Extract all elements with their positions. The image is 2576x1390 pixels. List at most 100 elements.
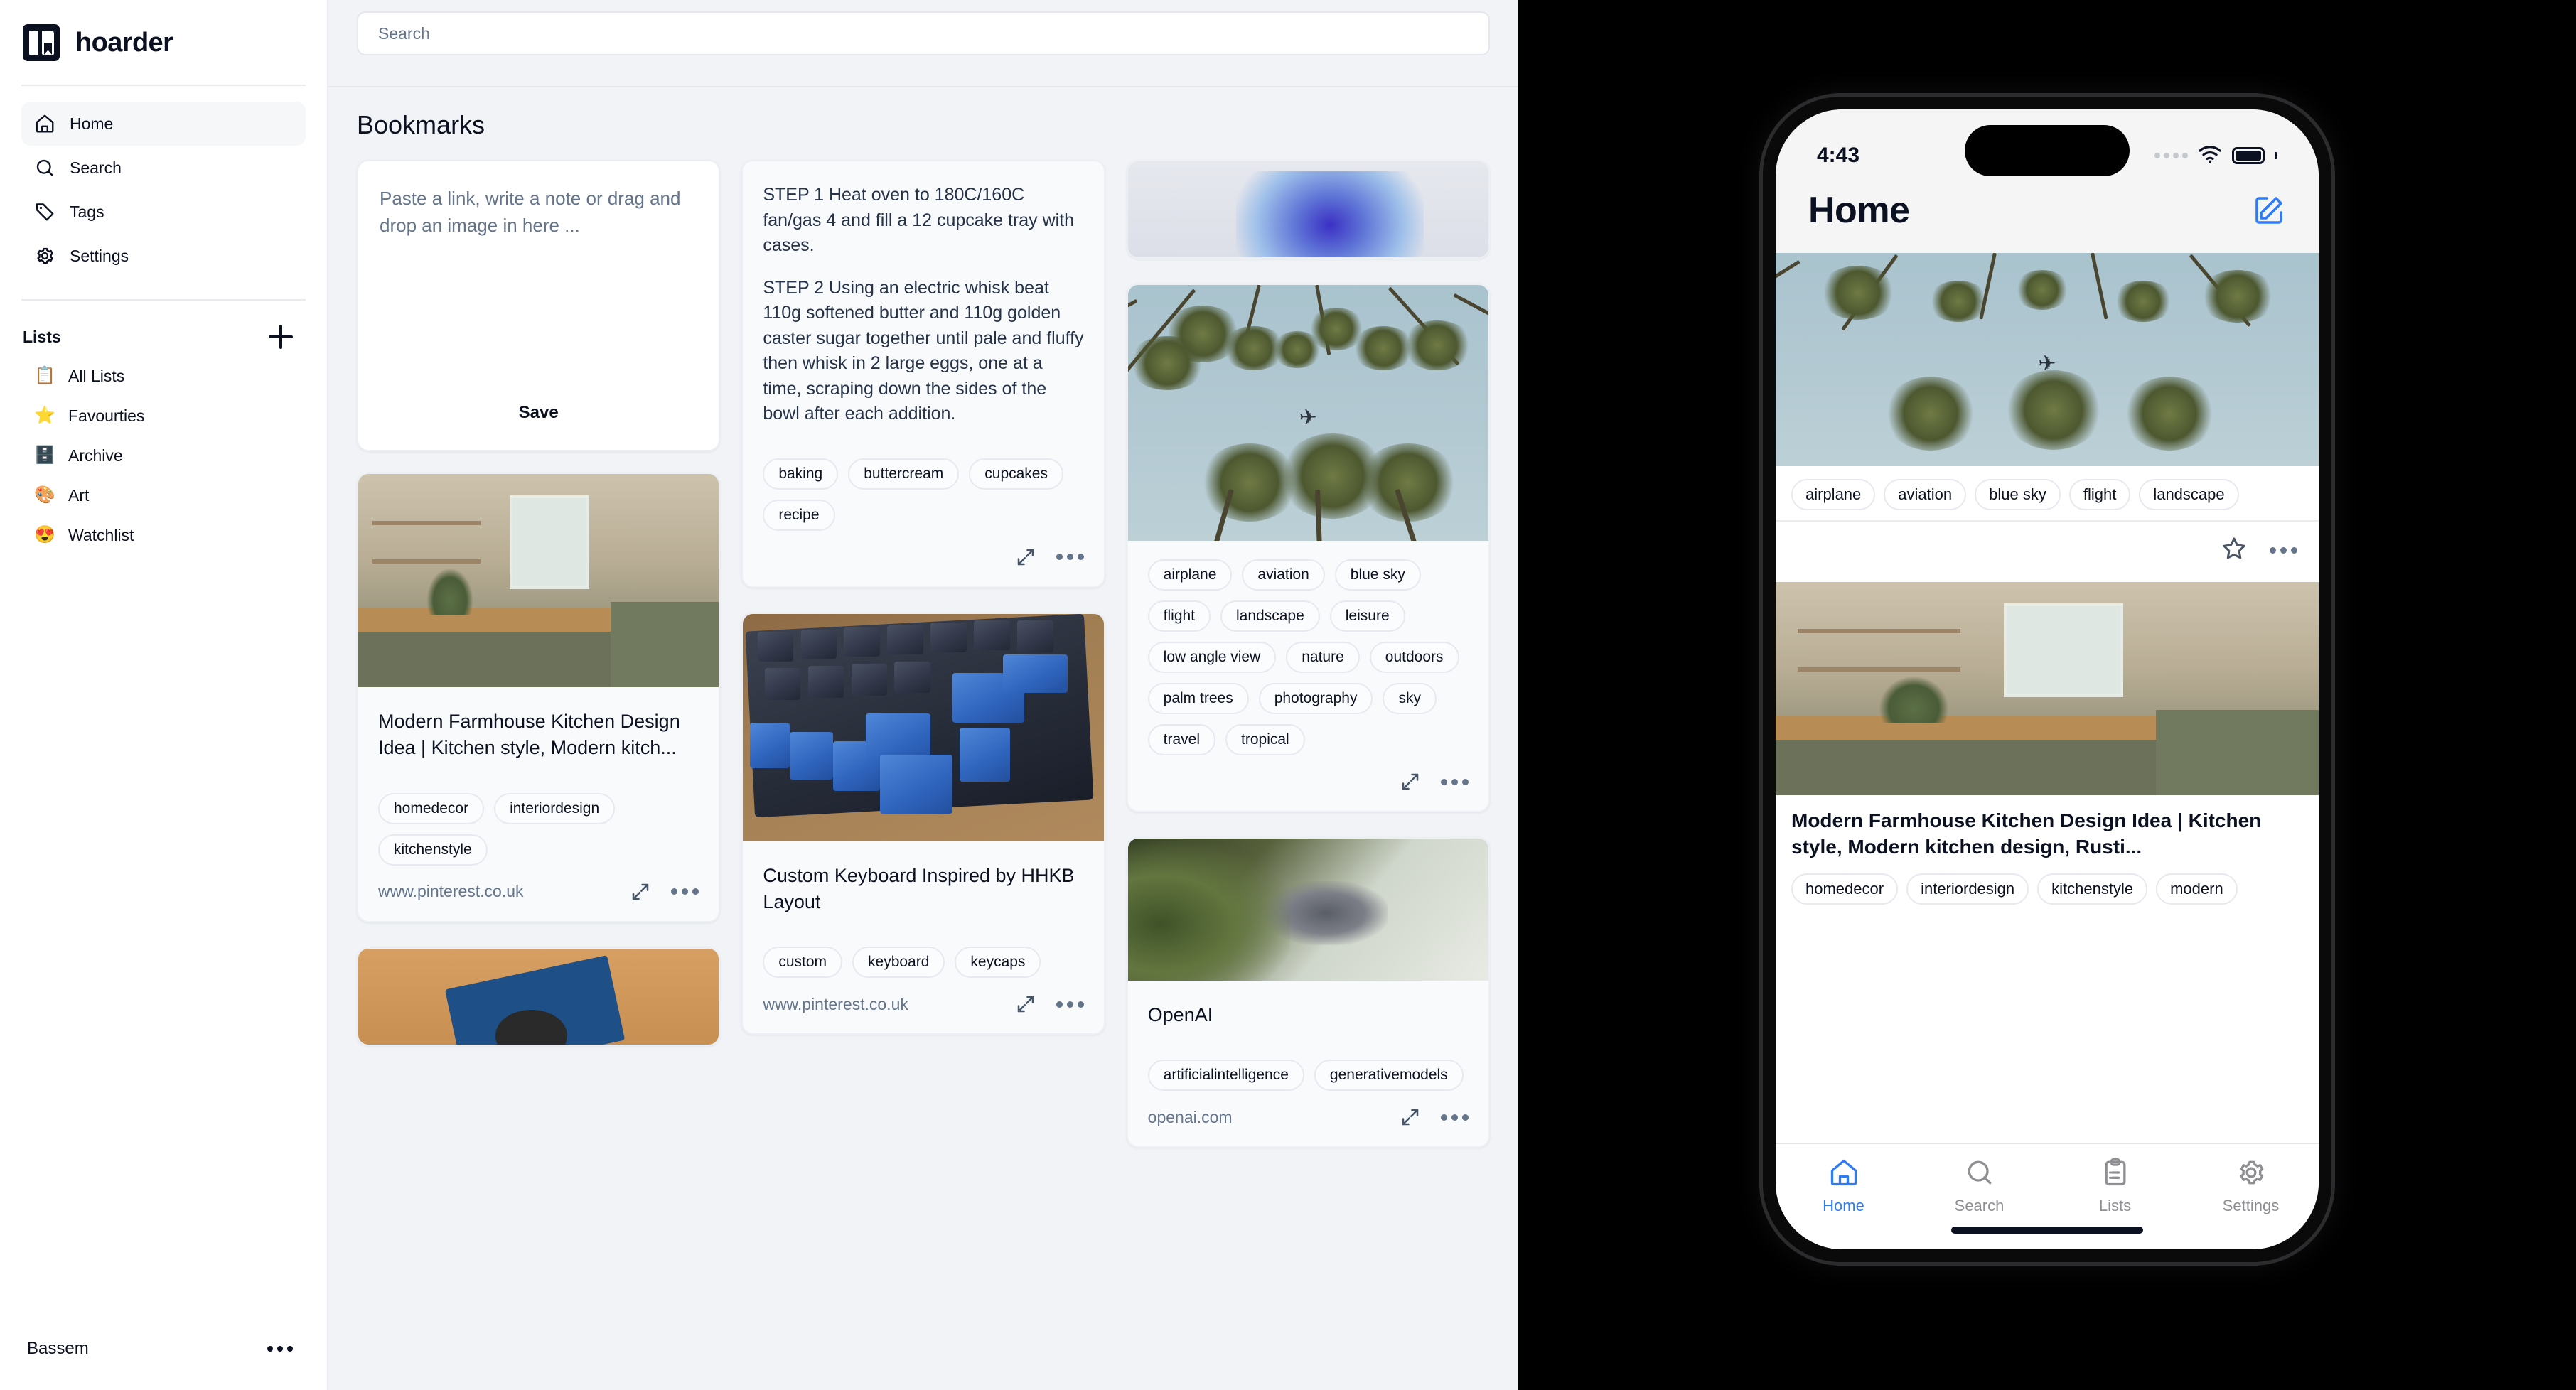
card-url[interactable]: www.pinterest.co.uk — [763, 995, 908, 1014]
card-thumbnail[interactable] — [1127, 161, 1488, 257]
card-options-icon[interactable] — [671, 888, 699, 895]
phone-tab-settings[interactable]: Settings — [2198, 1157, 2304, 1215]
sidebar-item-settings[interactable]: Settings — [21, 234, 306, 278]
phone-screen: 4:43 Home ✈ airplane aviation blue sky f… — [1776, 109, 2319, 1249]
tag-chip[interactable]: kitchenstyle — [378, 834, 488, 866]
tag-chip[interactable]: sky — [1383, 683, 1437, 714]
tag-chip[interactable]: palm trees — [1147, 683, 1249, 714]
tag-chip[interactable]: landscape — [1220, 600, 1320, 632]
tag-chip[interactable]: blue sky — [1975, 479, 2061, 510]
tag-chip[interactable]: keycaps — [955, 947, 1041, 978]
tag-chip[interactable]: interiordesign — [494, 792, 616, 824]
card-options-icon[interactable] — [1056, 1001, 1084, 1008]
airplane-icon: ✈ — [1299, 406, 1317, 430]
card-thumbnail[interactable] — [358, 948, 719, 1045]
search-input[interactable]: Search — [357, 11, 1490, 55]
tag-chip[interactable]: kitchenstyle — [2037, 873, 2148, 905]
tag-chip[interactable]: flight — [2068, 479, 2131, 510]
tag-chip[interactable]: homedecor — [1791, 873, 1899, 905]
user-menu[interactable]: Bassem — [21, 1329, 306, 1369]
tag-chip[interactable]: photography — [1258, 683, 1373, 714]
card-actions — [1776, 520, 2319, 582]
card-url[interactable]: openai.com — [1148, 1108, 1233, 1127]
card-url[interactable]: www.pinterest.co.uk — [378, 882, 524, 901]
bookmark-card-farmhouse-kitchen[interactable]: Modern Farmhouse Kitchen Design Idea | K… — [357, 473, 721, 922]
card-options-icon[interactable] — [1440, 778, 1469, 785]
expand-icon[interactable] — [1014, 992, 1038, 1016]
tag-chip[interactable]: baking — [763, 458, 839, 490]
tab-label: Lists — [2098, 1197, 2132, 1214]
tag-chip[interactable]: airplane — [1791, 479, 1876, 510]
expand-icon[interactable] — [1398, 1105, 1422, 1129]
tag-chip[interactable]: low angle view — [1147, 642, 1277, 673]
save-button[interactable]: Save — [505, 397, 573, 429]
tag-chip[interactable]: keyboard — [852, 947, 945, 978]
editor-placeholder[interactable]: Paste a link, write a note or drag and d… — [380, 185, 697, 390]
bookmark-card-circuit-board[interactable] — [357, 947, 721, 1046]
sidebar-item-home[interactable]: Home — [21, 102, 306, 146]
note-paragraph: STEP 1 Heat oven to 180C/160C fan/gas 4 … — [763, 185, 1075, 255]
tag-chip[interactable]: blue sky — [1334, 559, 1421, 591]
tag-chip[interactable]: modern — [2156, 873, 2238, 905]
expand-icon[interactable] — [628, 880, 653, 904]
tag-chip[interactable]: recipe — [763, 499, 835, 531]
tag-chip[interactable]: travel — [1147, 724, 1216, 755]
tag-chip[interactable]: interiordesign — [1906, 873, 2029, 905]
phone-bookmark-card-farmhouse-kitchen[interactable]: Modern Farmhouse Kitchen Design Idea | K… — [1776, 582, 2319, 915]
tag-chip[interactable]: artificialintelligence — [1147, 1060, 1304, 1092]
bookmark-card-openai[interactable]: OpenAI artificialintelligence generative… — [1126, 837, 1490, 1148]
card-tags: artificialintelligence generativemodels — [1128, 1041, 1488, 1092]
bookmark-card-custom-keyboard[interactable]: Custom Keyboard Inspired by HHKB Layout … — [741, 612, 1105, 1035]
tag-chip[interactable]: nature — [1286, 642, 1360, 673]
favorite-star-icon[interactable] — [2220, 534, 2248, 566]
card-body: Custom Keyboard Inspired by HHKB Layout — [743, 841, 1103, 929]
compose-icon[interactable] — [2252, 193, 2286, 227]
sidebar-list-favourites[interactable]: ⭐ Favourties — [21, 396, 306, 436]
expand-icon[interactable] — [1014, 545, 1038, 569]
card-options-icon[interactable] — [1056, 554, 1084, 560]
tag-chip[interactable]: generativemodels — [1314, 1060, 1464, 1092]
sidebar-item-search[interactable]: Search — [21, 146, 306, 190]
card-thumbnail[interactable]: ✈ — [1776, 253, 2319, 466]
phone-tab-search[interactable]: Search — [1926, 1157, 2033, 1215]
gear-icon — [2236, 1157, 2267, 1192]
sidebar-list-art[interactable]: 🎨 Art — [21, 475, 306, 515]
phone-bookmark-card-palm-trees[interactable]: ✈ airplane aviation blue sky flight land… — [1776, 253, 2319, 582]
sidebar-item-tags[interactable]: Tags — [21, 190, 306, 234]
bookmark-card-recipe-note[interactable]: STEP 1 Heat oven to 180C/160C fan/gas 4 … — [741, 160, 1105, 588]
new-bookmark-editor[interactable]: Paste a link, write a note or drag and d… — [357, 160, 721, 451]
bookmark-card-palm-trees[interactable]: ✈ airplane aviation blue sky flight land… — [1126, 284, 1490, 812]
card-thumbnail[interactable] — [743, 613, 1104, 841]
card-title: Custom Keyboard Inspired by HHKB Layout — [763, 864, 1075, 912]
bookmark-card-blue-crystal[interactable] — [1126, 160, 1490, 259]
tag-chip[interactable]: aviation — [1884, 479, 1967, 510]
tag-chip[interactable]: buttercream — [848, 458, 960, 490]
card-tags: baking buttercream cupcakes recipe — [743, 440, 1103, 531]
card-options-icon[interactable] — [1440, 1114, 1469, 1121]
expand-icon[interactable] — [1398, 770, 1422, 794]
phone-tab-home[interactable]: Home — [1791, 1157, 1897, 1215]
tag-chip[interactable]: tropical — [1225, 724, 1305, 755]
card-thumbnail[interactable] — [358, 474, 719, 687]
sidebar-list-archive[interactable]: 🗄️ Archive — [21, 436, 306, 475]
tag-chip[interactable]: leisure — [1329, 600, 1405, 632]
tag-chip[interactable]: homedecor — [378, 792, 485, 824]
add-list-button[interactable] — [269, 325, 293, 349]
card-thumbnail[interactable]: ✈ — [1127, 285, 1488, 541]
tag-chip[interactable]: cupcakes — [969, 458, 1063, 490]
user-options-icon[interactable] — [267, 1346, 293, 1352]
sidebar-list-watchlist[interactable]: 😍 Watchlist — [21, 515, 306, 555]
tag-chip[interactable]: custom — [763, 947, 843, 978]
card-thumbnail[interactable] — [1127, 839, 1488, 981]
phone-tab-lists[interactable]: Lists — [2062, 1157, 2169, 1215]
brand[interactable]: hoarder — [21, 0, 306, 61]
card-body: STEP 1 Heat oven to 180C/160C fan/gas 4 … — [743, 161, 1103, 440]
tag-chip[interactable]: landscape — [2139, 479, 2239, 510]
card-thumbnail[interactable] — [1776, 582, 2319, 795]
tag-chip[interactable]: flight — [1147, 600, 1211, 632]
tag-chip[interactable]: aviation — [1242, 559, 1325, 591]
sidebar-list-all-lists[interactable]: 📋 All Lists — [21, 356, 306, 396]
tag-chip[interactable]: outdoors — [1369, 642, 1459, 673]
tag-chip[interactable]: airplane — [1147, 559, 1233, 591]
card-options-icon[interactable] — [2270, 547, 2297, 554]
